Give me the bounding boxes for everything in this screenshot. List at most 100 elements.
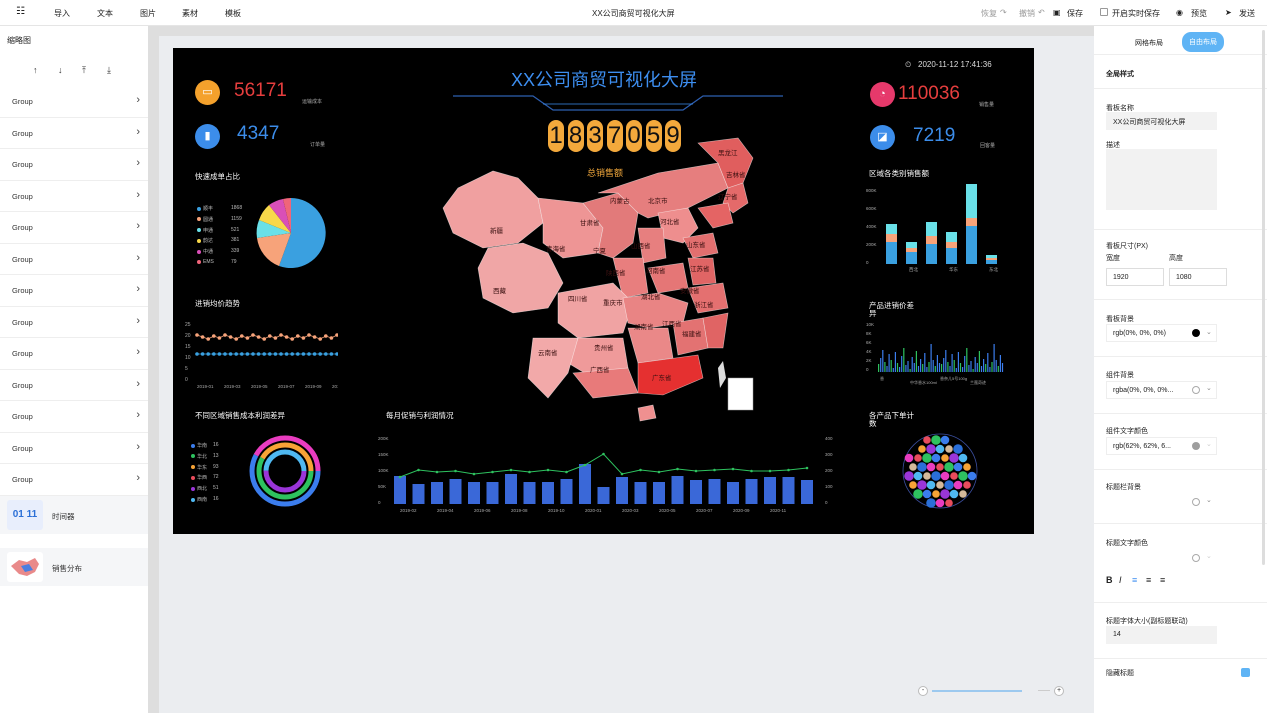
realtime-save-checkbox[interactable]: [1100, 8, 1108, 16]
bubble: [959, 490, 967, 498]
top-toolbar: ☷ 导入 文本 图片 素材 模板 XX公司商贸可视化大屏 恢复 ↷ 撤销 ↶ ▣…: [0, 0, 1267, 26]
combo-bar: [431, 482, 443, 504]
color-swatch[interactable]: [1192, 498, 1200, 506]
group-item[interactable]: Group ›: [0, 370, 148, 401]
undo-icon[interactable]: ↶: [1038, 8, 1045, 17]
group-item[interactable]: Group ›: [0, 181, 148, 212]
combo-y2-tick: 400: [825, 436, 833, 441]
width-input[interactable]: 1920: [1106, 268, 1164, 286]
zoom-in-icon[interactable]: +: [1054, 686, 1064, 696]
group-item[interactable]: Group ›: [0, 275, 148, 307]
group-item[interactable]: Group ›: [0, 433, 148, 464]
legend-value: 16: [213, 496, 219, 502]
comp-bg-picker[interactable]: rgba(0%, 0%, 0%...: [1106, 381, 1217, 399]
chevron-right-icon[interactable]: ›: [136, 252, 140, 264]
chevron-right-icon[interactable]: ›: [136, 220, 140, 232]
send-icon[interactable]: ➤: [1225, 8, 1232, 17]
move-bottom-icon[interactable]: ⤓: [107, 65, 111, 76]
preview-button[interactable]: 预览: [1191, 8, 1207, 19]
bubble: [963, 481, 971, 489]
realtime-save-label[interactable]: 开启实时保存: [1112, 8, 1160, 19]
chevron-right-icon[interactable]: ›: [136, 157, 140, 169]
align-left-icon[interactable]: ≡: [1132, 575, 1137, 585]
move-up-icon[interactable]: ↑: [33, 65, 38, 75]
color-swatch[interactable]: [1192, 554, 1200, 562]
hide-title-checkbox[interactable]: [1241, 668, 1250, 677]
width-label: 宽度: [1106, 255, 1120, 262]
board-bg-picker[interactable]: rgb(0%, 0%, 0%): [1106, 324, 1217, 342]
move-top-icon[interactable]: ⤒: [82, 65, 86, 76]
chevron-right-icon[interactable]: ›: [136, 346, 140, 358]
chevron-right-icon[interactable]: ›: [136, 315, 140, 327]
stack-bar-segment: [906, 248, 917, 252]
zoom-slider[interactable]: [932, 690, 1022, 692]
chevron-down-icon[interactable]: ⌄: [1206, 496, 1212, 504]
chevron-down-icon[interactable]: ⌄: [1206, 552, 1212, 560]
chevron-right-icon[interactable]: ›: [136, 126, 140, 138]
description-textarea[interactable]: [1106, 149, 1217, 210]
bold-icon[interactable]: B: [1106, 575, 1113, 585]
group-item[interactable]: Group ›: [0, 86, 148, 118]
align-center-icon[interactable]: ≡: [1146, 575, 1151, 585]
group-item[interactable]: Group ›: [0, 401, 148, 433]
color-swatch[interactable]: [1192, 386, 1200, 394]
chevron-right-icon[interactable]: ›: [136, 378, 140, 390]
china-map[interactable]: 黑龙江吉林省辽宁省 内蒙古 北京市河北省山西省 山东省 新疆 甘肃省宁夏陕西省 青海省河南省…: [398, 133, 768, 433]
stack-bar-segment: [886, 234, 897, 242]
chevron-right-icon[interactable]: ›: [136, 189, 140, 201]
redo-icon[interactable]: ↷: [1000, 8, 1007, 17]
group-item[interactable]: Group ›: [0, 464, 148, 496]
tab-free-layout[interactable]: 自由布局: [1182, 32, 1224, 52]
chevron-down-icon[interactable]: ⌄: [1206, 384, 1212, 392]
chevron-down-icon[interactable]: ⌄: [1206, 440, 1212, 448]
combo-bar: [449, 479, 462, 504]
import-button[interactable]: 导入: [54, 8, 70, 19]
bubble: [945, 445, 953, 453]
text-button[interactable]: 文本: [97, 8, 113, 19]
board-name-input[interactable]: XX公司商贸可视化大屏: [1106, 112, 1217, 130]
font-size-input[interactable]: 14: [1106, 626, 1217, 644]
zoom-out-icon[interactable]: -: [918, 686, 928, 696]
material-button[interactable]: 素材: [182, 8, 198, 19]
chevron-right-icon[interactable]: ›: [136, 94, 140, 106]
chevron-right-icon[interactable]: ›: [136, 283, 140, 295]
scrollbar[interactable]: [1262, 30, 1265, 565]
move-down-icon[interactable]: ↓: [58, 65, 63, 75]
combo-x-tick: 2019-04: [437, 508, 454, 513]
group-item[interactable]: Group ›: [0, 307, 148, 338]
dashboard-canvas[interactable]: XX公司商贸可视化大屏 ⏲ 2020-11-12 17:41:36 ▭ 5617…: [173, 48, 1034, 534]
template-button[interactable]: 模板: [225, 8, 241, 19]
align-right-icon[interactable]: ≡: [1160, 575, 1165, 585]
combo-y-tick: 50K: [378, 484, 386, 489]
send-button[interactable]: 发送: [1239, 8, 1255, 19]
chevron-right-icon[interactable]: ›: [136, 409, 140, 421]
color-swatch[interactable]: [1192, 442, 1200, 450]
image-button[interactable]: 图片: [140, 8, 156, 19]
eye-icon[interactable]: ◉: [1176, 8, 1183, 17]
group-item[interactable]: Group ›: [0, 149, 148, 181]
thumbnail-timer[interactable]: 01 11 时间器: [0, 495, 148, 534]
chevron-right-icon[interactable]: ›: [136, 441, 140, 453]
group-item[interactable]: Group ›: [0, 212, 148, 244]
chevron-down-icon[interactable]: ⌄: [1206, 328, 1212, 336]
color-swatch[interactable]: [1192, 329, 1200, 337]
stack-bar-segment: [926, 236, 937, 244]
combo-bar: [394, 476, 406, 504]
save-button[interactable]: 保存: [1067, 8, 1083, 19]
undo-button[interactable]: 撤销: [1019, 8, 1035, 19]
diff-bar: [896, 363, 899, 372]
group-item[interactable]: Group ›: [0, 244, 148, 275]
tab-grid-layout[interactable]: 网格布局: [1135, 38, 1163, 48]
group-item[interactable]: Group ›: [0, 118, 148, 149]
menu-icon[interactable]: ☷: [16, 6, 25, 17]
height-input[interactable]: 1080: [1169, 268, 1227, 286]
chevron-right-icon[interactable]: ›: [136, 472, 140, 484]
save-icon[interactable]: ▣: [1053, 8, 1061, 17]
italic-icon[interactable]: I: [1119, 575, 1122, 585]
thumbnail-sales-map[interactable]: 销售分布: [0, 547, 148, 586]
donut-legend-item: 华西 72: [191, 474, 219, 481]
comp-text-color-picker[interactable]: rgb(62%, 62%, 6...: [1106, 437, 1217, 455]
group-item[interactable]: Group ›: [0, 338, 148, 370]
redo-button[interactable]: 恢复: [981, 8, 997, 19]
combo-y-tick: 100K: [378, 468, 389, 473]
